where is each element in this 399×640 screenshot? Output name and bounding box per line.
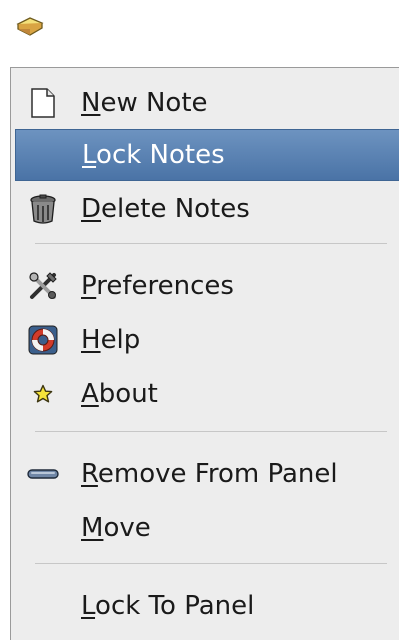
sticky-notes-applet-icon	[16, 17, 44, 36]
menu-item-new-note[interactable]: New Note	[15, 77, 399, 129]
menu-item-move[interactable]: Move	[15, 502, 399, 554]
menu-item-label: Preferences	[81, 271, 234, 301]
applet-context-menu: New Note Lock Notes Delete Notes Prefere…	[10, 67, 399, 640]
lifebuoy-icon	[27, 324, 59, 356]
menu-item-delete-notes[interactable]: Delete Notes	[15, 183, 399, 235]
menu-item-preferences[interactable]: Preferences	[15, 260, 399, 312]
sticky-notes-applet[interactable]	[10, 8, 50, 48]
menu-separator	[35, 563, 387, 564]
menu-item-lock-to-panel[interactable]: Lock To Panel	[15, 580, 399, 632]
menu-item-label: About	[81, 379, 158, 409]
trash-can-icon	[27, 193, 59, 225]
menu-item-label: Lock Notes	[82, 140, 225, 170]
menu-separator	[35, 243, 387, 244]
new-document-icon	[27, 87, 59, 119]
menu-item-label: New Note	[81, 88, 208, 118]
menu-item-about[interactable]: About	[15, 368, 399, 420]
menu-item-help[interactable]: Help	[15, 314, 399, 366]
tools-icon	[27, 270, 59, 302]
menu-item-label: Lock To Panel	[81, 591, 255, 621]
star-icon	[27, 378, 59, 410]
menu-item-lock-notes[interactable]: Lock Notes	[15, 129, 399, 181]
menu-item-label: Delete Notes	[81, 194, 250, 224]
menu-item-remove-from-panel[interactable]: Remove From Panel	[15, 448, 399, 500]
menu-separator	[35, 431, 387, 432]
menu-item-label: Move	[81, 513, 151, 543]
menu-item-label: Help	[81, 325, 141, 355]
menu-item-label: Remove From Panel	[81, 459, 338, 489]
remove-icon	[27, 458, 59, 490]
